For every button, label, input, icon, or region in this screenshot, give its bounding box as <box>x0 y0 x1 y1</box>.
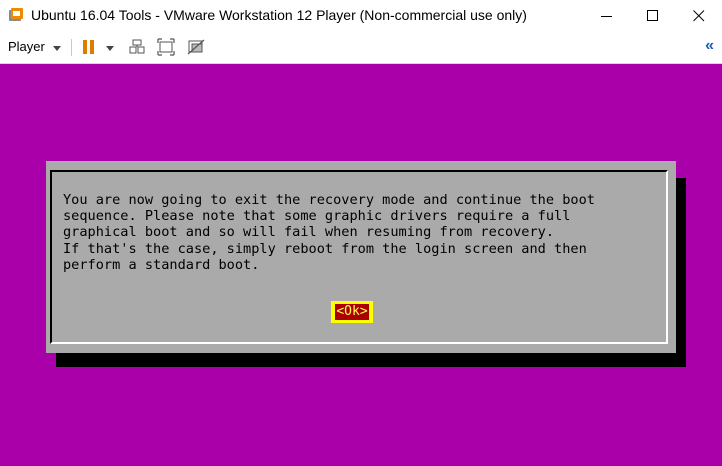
maximize-icon <box>647 10 658 21</box>
full-screen-button[interactable] <box>157 38 175 56</box>
message-line: You are now going to exit the recovery m… <box>63 192 595 208</box>
minimize-icon <box>601 16 612 17</box>
dialog-message: You are now going to exit the recovery m… <box>63 192 595 273</box>
player-menu-label: Player <box>8 39 45 54</box>
ok-button[interactable]: <Ok> <box>331 301 373 323</box>
unity-button[interactable] <box>187 38 205 56</box>
full-screen-icon <box>157 38 175 56</box>
message-line: sequence. Please note that some graphic … <box>63 208 571 225</box>
recovery-exit-dialog: You are now going to exit the recovery m… <box>46 161 676 353</box>
message-line: If that's the case, simply reboot from t… <box>63 240 587 257</box>
maximize-button[interactable] <box>630 0 676 32</box>
send-ctrl-alt-del-button[interactable] <box>128 38 146 56</box>
send-ctrl-alt-del-icon <box>129 39 145 54</box>
vmware-player-icon <box>9 8 23 21</box>
guest-console-screen[interactable]: You are now going to exit the recovery m… <box>0 64 722 466</box>
unity-icon <box>187 39 205 55</box>
player-toolbar: Player « <box>0 32 722 64</box>
message-line: perform a standard boot. <box>63 256 260 273</box>
message-line: graphical boot and so will fail when res… <box>63 224 555 241</box>
window-title-bar: Ubuntu 16.04 Tools - VMware Workstation … <box>0 0 722 32</box>
ok-button-label: <Ok> <box>335 304 369 320</box>
close-icon <box>693 10 705 22</box>
collapse-toolbar-icon[interactable]: « <box>705 37 714 55</box>
close-button[interactable] <box>676 0 722 32</box>
window-title: Ubuntu 16.04 Tools - VMware Workstation … <box>31 7 527 23</box>
toolbar-separator <box>71 39 72 56</box>
chevron-down-icon <box>53 46 61 51</box>
minimize-button[interactable] <box>584 0 630 32</box>
pause-button[interactable] <box>80 38 98 56</box>
pause-icon <box>83 40 94 54</box>
pause-dropdown-icon[interactable] <box>106 46 114 51</box>
